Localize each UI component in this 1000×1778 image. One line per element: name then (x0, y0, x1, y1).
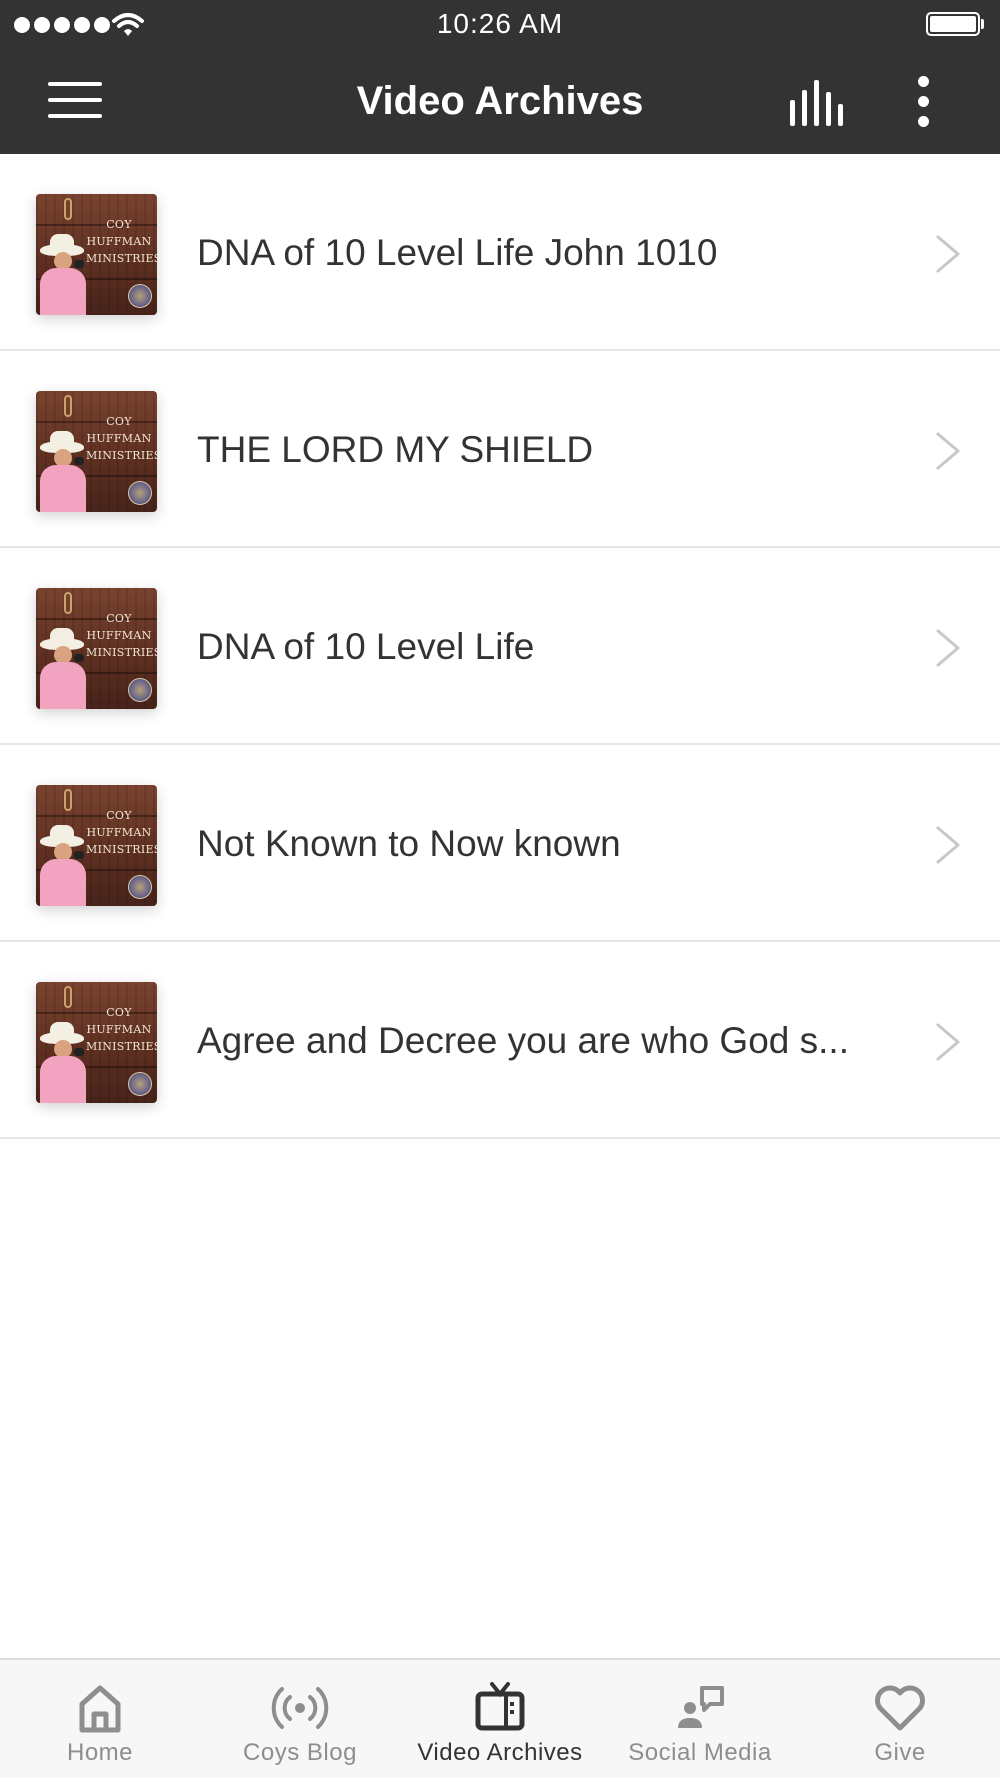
video-title: DNA of 10 Level Life John 1010 (197, 232, 718, 273)
tab-label: Give (874, 1739, 926, 1766)
seal-icon (128, 481, 152, 505)
video-thumbnail: Coy Huffman Ministries (36, 391, 157, 512)
thumbnail-logo-text: Coy Huffman Ministries (86, 809, 157, 856)
home-icon (79, 1685, 121, 1733)
tab-coys-blog[interactable]: Coys Blog (200, 1660, 400, 1778)
video-list: Coy Huffman Ministries DNA of 10 Level Lif… (0, 154, 1000, 1139)
chevron-right-icon (936, 235, 960, 273)
tab-social-media[interactable]: Social Media (600, 1660, 800, 1778)
video-thumbnail: Coy Huffman Ministries (36, 982, 157, 1103)
tab-label: Coys Blog (243, 1739, 357, 1766)
tab-give[interactable]: Give (800, 1660, 1000, 1778)
video-thumbnail: Coy Huffman Ministries (36, 194, 157, 315)
video-list-item[interactable]: Coy Huffman Ministries Not Known to Now kn… (0, 745, 1000, 942)
social-person-icon (678, 1686, 724, 1728)
seal-icon (128, 875, 152, 899)
thumbnail-logo-text: Coy Huffman Ministries (86, 415, 157, 462)
video-title: Agree and Decree you are who God s... (197, 1020, 849, 1061)
heart-icon (875, 1685, 925, 1731)
battery-icon (926, 12, 980, 36)
more-vertical-icon[interactable] (904, 74, 944, 130)
video-title: DNA of 10 Level Life (197, 626, 535, 667)
bottom-tab-bar: Home Coys Blog Video Archives Social Med… (0, 1658, 1000, 1778)
chevron-right-icon (936, 826, 960, 864)
video-list-item[interactable]: Coy Huffman Ministries THE LORD MY SHIELD (0, 351, 1000, 548)
tab-label: Video Archives (417, 1739, 583, 1766)
app-header: Video Archives (0, 50, 1000, 154)
thumbnail-logo-text: Coy Huffman Ministries (86, 612, 157, 659)
tv-icon (475, 1682, 525, 1731)
video-title: Not Known to Now known (197, 823, 621, 864)
tab-video-archives[interactable]: Video Archives (400, 1660, 600, 1778)
chevron-right-icon (936, 1023, 960, 1061)
video-list-item[interactable]: Coy Huffman Ministries DNA of 10 Level Lif… (0, 548, 1000, 745)
video-thumbnail: Coy Huffman Ministries (36, 588, 157, 709)
thumbnail-logo-text: Coy Huffman Ministries (86, 218, 157, 265)
seal-icon (128, 1072, 152, 1096)
video-list-item[interactable]: Coy Huffman Ministries Agree and Decree yo… (0, 942, 1000, 1139)
tab-label: Home (66, 1739, 134, 1766)
battery-tip (981, 19, 984, 29)
tab-home[interactable]: Home (0, 1660, 200, 1778)
video-list-item[interactable]: Coy Huffman Ministries DNA of 10 Level Lif… (0, 154, 1000, 351)
chevron-right-icon (936, 432, 960, 470)
chevron-right-icon (936, 629, 960, 667)
audio-bars-icon[interactable] (786, 78, 850, 128)
video-title: THE LORD MY SHIELD (197, 429, 594, 470)
video-thumbnail: Coy Huffman Ministries (36, 785, 157, 906)
status-time: 10:26 AM (436, 8, 564, 39)
seal-icon (128, 678, 152, 702)
broadcast-icon (271, 1687, 329, 1729)
tab-label: Social Media (628, 1739, 772, 1766)
page-title: Video Archives (356, 79, 644, 123)
thumbnail-logo-text: Coy Huffman Ministries (86, 1006, 157, 1053)
seal-icon (128, 284, 152, 308)
status-bar: 10:26 AM (0, 0, 1000, 50)
